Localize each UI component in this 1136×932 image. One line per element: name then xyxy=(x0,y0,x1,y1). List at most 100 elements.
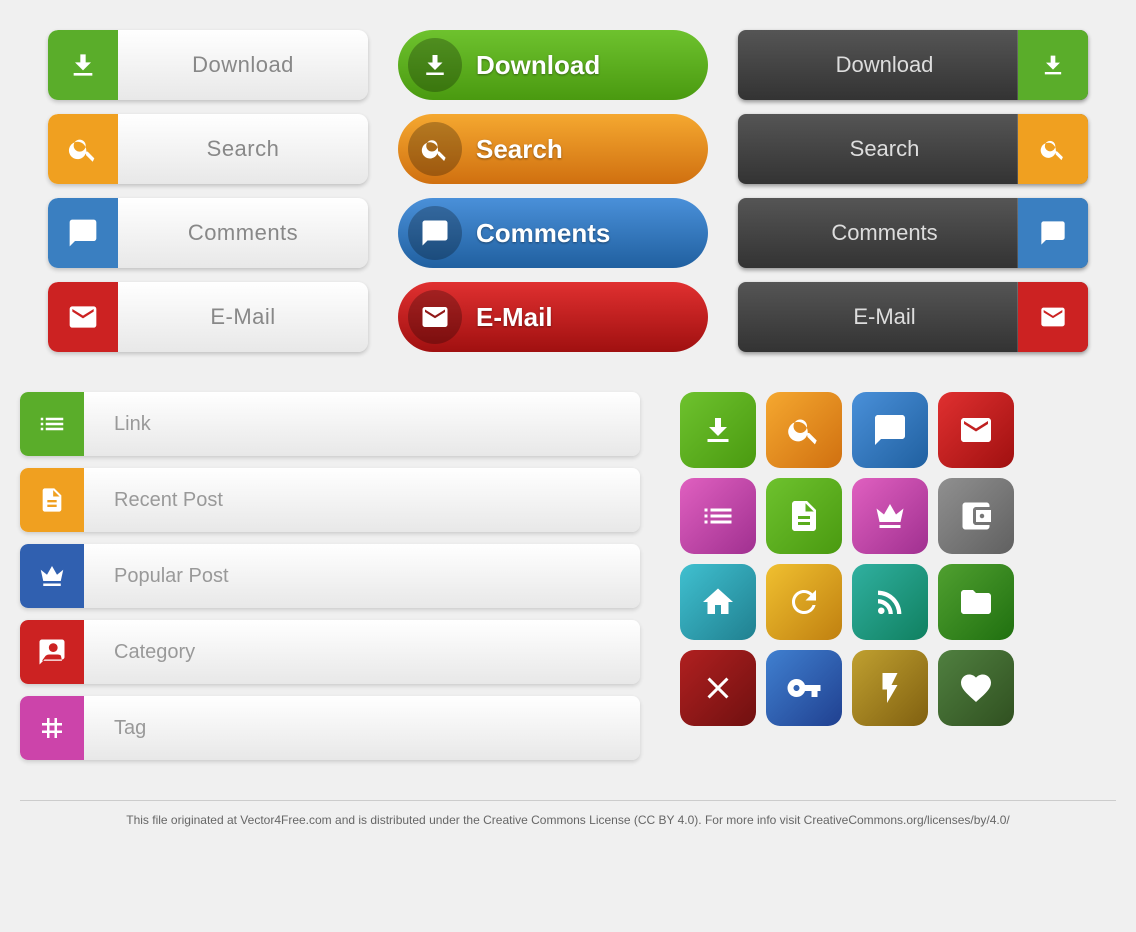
email-icon-box xyxy=(48,282,118,352)
link-button[interactable]: Link xyxy=(20,392,640,456)
grid-comment-icon[interactable] xyxy=(852,392,928,468)
search-icon-box xyxy=(48,114,118,184)
download-icon-right xyxy=(1018,30,1088,100)
email-bold-label: E-Mail xyxy=(476,302,553,333)
popular-post-label: Popular Post xyxy=(84,565,640,588)
email-dark-label: E-Mail xyxy=(738,304,1017,330)
close-grid-icon xyxy=(700,670,736,706)
grid-refresh-icon[interactable] xyxy=(766,564,842,640)
tag-icon xyxy=(37,713,67,743)
crown-grid-icon xyxy=(872,498,908,534)
grid-search-icon[interactable] xyxy=(766,392,842,468)
wallet-grid-icon xyxy=(958,498,994,534)
comments-button-dark[interactable]: Comments xyxy=(738,198,1088,268)
search-icon xyxy=(67,133,99,165)
comment-icon-box xyxy=(48,198,118,268)
refresh-grid-icon xyxy=(786,584,822,620)
footer-text: This file originated at Vector4Free.com … xyxy=(126,813,1010,827)
category-icon-box xyxy=(20,620,84,684)
email-button-light[interactable]: E-Mail xyxy=(48,282,368,352)
recent-post-label: Recent Post xyxy=(84,489,640,512)
download-icon-bold xyxy=(420,50,450,80)
search-dark-label: Search xyxy=(738,136,1017,162)
grid-doc-icon[interactable] xyxy=(766,478,842,554)
email-button-dark[interactable]: E-Mail xyxy=(738,282,1088,352)
category-label: Category xyxy=(84,641,640,664)
grid-rss-icon[interactable] xyxy=(852,564,928,640)
comments-label: Comments xyxy=(118,220,368,246)
list-buttons-col: Link Recent Post Popular Post Category xyxy=(20,392,640,760)
search-button-dark[interactable]: Search xyxy=(738,114,1088,184)
email-icon-bold xyxy=(420,302,450,332)
download-button-dark[interactable]: Download xyxy=(738,30,1088,100)
comment-icon-circle xyxy=(408,206,462,260)
grid-email-icon[interactable] xyxy=(938,392,1014,468)
doc-grid-icon xyxy=(786,498,822,534)
tag-label: Tag xyxy=(84,717,640,740)
download-bold-label: Download xyxy=(476,50,600,81)
search-icon-circle xyxy=(408,122,462,176)
email-icon-circle xyxy=(408,290,462,344)
comment-icon xyxy=(67,217,99,249)
comments-dark-label: Comments xyxy=(738,220,1017,246)
popular-post-button[interactable]: Popular Post xyxy=(20,544,640,608)
search-label: Search xyxy=(118,136,368,162)
email-grid-icon xyxy=(958,412,994,448)
home-grid-icon xyxy=(700,584,736,620)
email-icon-right xyxy=(1018,282,1088,352)
comment-icon-bold xyxy=(420,218,450,248)
download-button-bold[interactable]: Download xyxy=(398,30,708,100)
category-icon xyxy=(37,637,67,667)
download-button-light[interactable]: Download xyxy=(48,30,368,100)
comments-button-light[interactable]: Comments xyxy=(48,198,368,268)
download-icon-box xyxy=(48,30,118,100)
grid-heart-icon[interactable] xyxy=(938,650,1014,726)
grid-crown-icon[interactable] xyxy=(852,478,928,554)
doc-icon-box xyxy=(20,468,84,532)
email-icon xyxy=(67,301,99,333)
email-icon-dark xyxy=(1039,303,1067,331)
comments-bold-label: Comments xyxy=(476,218,610,249)
grid-key-icon[interactable] xyxy=(766,650,842,726)
comment-grid-icon xyxy=(872,412,908,448)
grid-folder-icon[interactable] xyxy=(938,564,1014,640)
search-button-bold[interactable]: Search xyxy=(398,114,708,184)
comment-icon-dark xyxy=(1039,219,1067,247)
col3-dark-buttons: Download Search Comments xyxy=(738,30,1088,352)
heart-grid-icon xyxy=(958,670,994,706)
grid-home-icon[interactable] xyxy=(680,564,756,640)
footer: This file originated at Vector4Free.com … xyxy=(20,800,1116,827)
grid-lightning-icon[interactable] xyxy=(852,650,928,726)
download-icon xyxy=(67,49,99,81)
rss-grid-icon xyxy=(872,584,908,620)
key-grid-icon xyxy=(786,670,822,706)
tag-button[interactable]: Tag xyxy=(20,696,640,760)
crown-icon-box xyxy=(20,544,84,608)
folder-grid-icon xyxy=(958,584,994,620)
search-button-light[interactable]: Search xyxy=(48,114,368,184)
download-grid-icon xyxy=(700,412,736,448)
download-icon-dark xyxy=(1039,51,1067,79)
email-button-bold[interactable]: E-Mail xyxy=(398,282,708,352)
download-dark-label: Download xyxy=(738,52,1017,78)
download-icon-circle xyxy=(408,38,462,92)
email-label: E-Mail xyxy=(118,304,368,330)
grid-close-icon[interactable] xyxy=(680,650,756,726)
category-button[interactable]: Category xyxy=(20,620,640,684)
grid-download-icon[interactable] xyxy=(680,392,756,468)
grid-list-icon[interactable] xyxy=(680,478,756,554)
search-icon-bold xyxy=(420,134,450,164)
list-icon xyxy=(37,409,67,439)
search-bold-label: Search xyxy=(476,134,563,165)
doc-icon xyxy=(38,486,66,514)
grid-wallet-icon[interactable] xyxy=(938,478,1014,554)
list-icon-box xyxy=(20,392,84,456)
link-label: Link xyxy=(84,413,640,436)
comments-button-bold[interactable]: Comments xyxy=(398,198,708,268)
lightning-grid-icon xyxy=(872,670,908,706)
list-grid-icon xyxy=(700,498,736,534)
icon-grid xyxy=(680,392,1014,726)
col1-light-buttons: Download Search Comments E-Mail xyxy=(48,30,368,352)
col2-bold-buttons: Download Search Comments E-Mail xyxy=(398,30,708,352)
recent-post-button[interactable]: Recent Post xyxy=(20,468,640,532)
